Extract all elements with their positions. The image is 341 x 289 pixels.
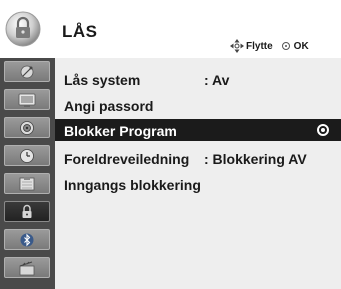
menu-item-parental-guidance[interactable]: Foreldreveiledning : Blokkering AV — [55, 147, 341, 169]
menu-item-label: Angi passord — [64, 98, 154, 114]
menu-item-block-program[interactable]: Blokker Program — [55, 119, 341, 141]
sidebar-item-media[interactable] — [4, 257, 50, 278]
clock-icon — [20, 148, 34, 163]
radio-selected-icon — [317, 124, 329, 136]
menu-item-label: Lås system — [64, 72, 141, 88]
lock-icon — [3, 9, 43, 49]
menu-item-input-block[interactable]: Inngangs blokkering — [55, 173, 341, 195]
menu-header: LÅS Flytte OK — [0, 0, 341, 58]
key-hint: Flytte OK — [230, 39, 309, 53]
menu-item-value: : Av — [204, 72, 230, 88]
satellite-dish-icon — [20, 65, 34, 78]
page-title: LÅS — [62, 22, 98, 41]
sidebar-item-time[interactable] — [4, 145, 50, 166]
media-icon — [19, 261, 35, 275]
menu-item-label: Blokker Program — [64, 123, 177, 139]
speaker-audio-icon — [20, 120, 34, 135]
lock-icon — [22, 204, 32, 218]
sidebar-item-audio[interactable] — [4, 117, 50, 138]
sidebar-item-option[interactable] — [4, 173, 50, 194]
sidebar-item-picture[interactable] — [4, 89, 50, 110]
bluetooth-icon — [20, 233, 34, 246]
ok-button-icon — [281, 42, 290, 50]
menu-item-value: : Blokkering AV — [204, 151, 307, 167]
sidebar-item-lock[interactable] — [4, 201, 50, 222]
menu-item-label: Inngangs blokkering — [64, 177, 201, 193]
menu-item-label: Foreldreveiledning — [64, 151, 190, 167]
osd-menu: LÅS Flytte OK Lås system: Av Angi passo… — [0, 0, 341, 289]
menu-item-lock-system[interactable]: Lås system : Av — [55, 68, 341, 90]
tv-picture-icon — [18, 93, 36, 107]
calendar-option-icon — [19, 176, 35, 190]
hint-move-label: Flytte — [246, 40, 273, 52]
category-sidebar — [0, 58, 55, 289]
menu-item-set-password[interactable]: Angi passord — [55, 94, 341, 116]
sidebar-item-setup[interactable] — [4, 61, 50, 82]
navigation-arrows-icon — [230, 39, 244, 53]
menu-list: Lås system : Av Angi passord Blokker Pro… — [55, 58, 341, 289]
hint-ok-label: OK — [293, 40, 309, 52]
sidebar-item-bluetooth[interactable] — [4, 229, 50, 250]
